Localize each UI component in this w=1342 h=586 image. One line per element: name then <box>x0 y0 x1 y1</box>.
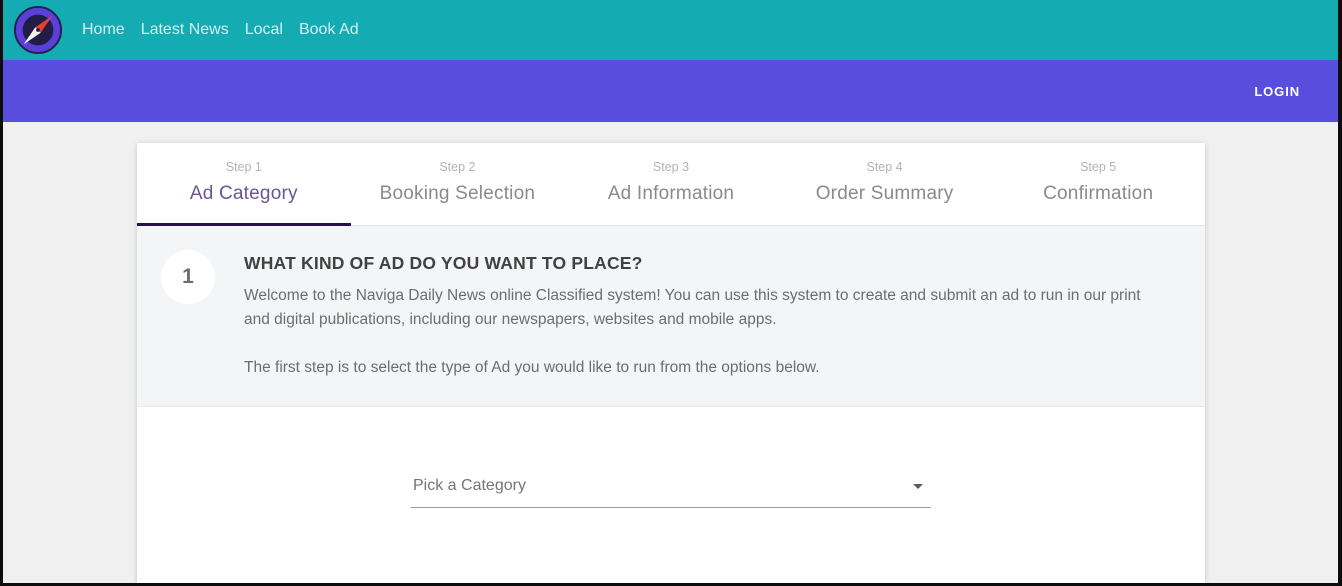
nav-item-home[interactable]: Home <box>74 15 133 45</box>
section-heading: WHAT KIND OF AD DO YOU WANT TO PLACE? <box>244 253 1149 274</box>
compass-logo-icon[interactable] <box>13 5 63 55</box>
step-number-label: Step 4 <box>778 160 992 174</box>
step-circle-badge: 1 <box>161 250 215 304</box>
nav-item-latest-news[interactable]: Latest News <box>133 15 237 45</box>
step-circle-number: 1 <box>182 265 194 289</box>
top-navbar: Home Latest News Local Book Ad <box>3 0 1338 60</box>
intro-paragraph-2: The first step is to select the type of … <box>244 356 1149 380</box>
tab-label: Booking Selection <box>351 183 565 205</box>
nav-item-local[interactable]: Local <box>237 15 291 45</box>
step-number-label: Step 5 <box>991 160 1205 174</box>
category-form-area: Pick a Category <box>137 407 1205 508</box>
login-button[interactable]: LOGIN <box>1254 84 1300 99</box>
page: Home Latest News Local Book Ad LOGIN Ste… <box>3 0 1338 583</box>
intro-section: 1 WHAT KIND OF AD DO YOU WANT TO PLACE? … <box>137 226 1205 407</box>
tab-ad-category[interactable]: Step 1 Ad Category <box>137 143 351 225</box>
step-tabs: Step 1 Ad Category Step 2 Booking Select… <box>137 143 1205 226</box>
booking-wizard-card: Step 1 Ad Category Step 2 Booking Select… <box>137 143 1205 583</box>
step-number-label: Step 1 <box>137 160 351 174</box>
tab-booking-selection[interactable]: Step 2 Booking Selection <box>351 143 565 225</box>
nav-item-book-ad[interactable]: Book Ad <box>291 15 367 45</box>
intro-paragraph-1: Welcome to the Naviga Daily News online … <box>244 284 1149 332</box>
category-select[interactable]: Pick a Category <box>411 473 931 508</box>
tab-label: Ad Category <box>137 183 351 205</box>
tab-confirmation[interactable]: Step 5 Confirmation <box>991 143 1205 225</box>
intro-text: WHAT KIND OF AD DO YOU WANT TO PLACE? We… <box>244 250 1149 380</box>
tab-label: Confirmation <box>991 183 1205 205</box>
tab-order-summary[interactable]: Step 4 Order Summary <box>778 143 992 225</box>
tab-label: Order Summary <box>778 183 992 205</box>
dropdown-arrow-icon <box>913 484 923 489</box>
tab-ad-information[interactable]: Step 3 Ad Information <box>564 143 778 225</box>
tab-label: Ad Information <box>564 183 778 205</box>
step-number-label: Step 2 <box>351 160 565 174</box>
category-select-value: Pick a Category <box>413 477 526 495</box>
purple-header: LOGIN <box>3 60 1338 122</box>
nav-links: Home Latest News Local Book Ad <box>74 15 367 45</box>
step-number-label: Step 3 <box>564 160 778 174</box>
